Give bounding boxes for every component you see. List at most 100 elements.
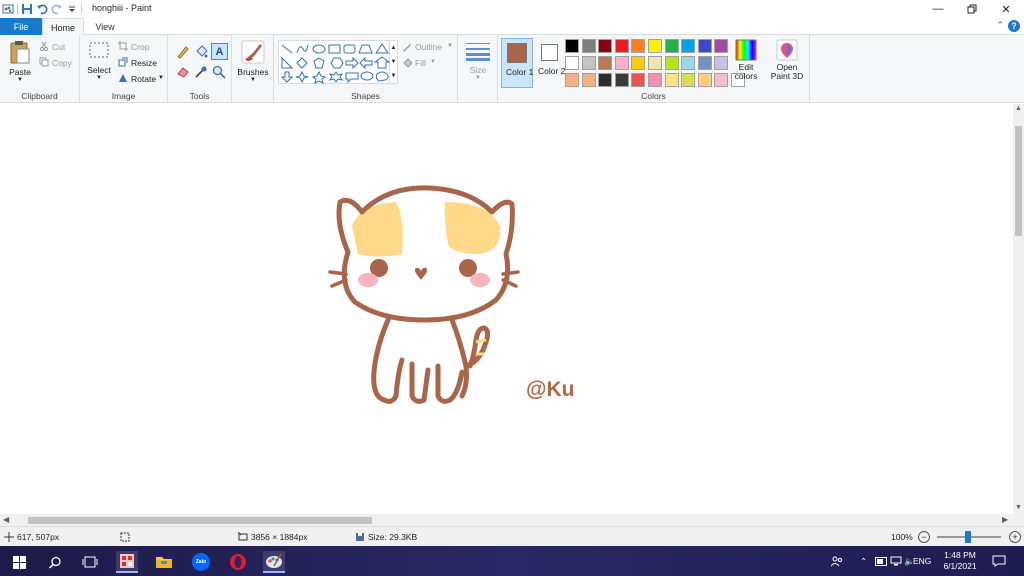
- zoom-slider-thumb[interactable]: [965, 531, 971, 543]
- palette-swatch[interactable]: [598, 56, 613, 70]
- palette-swatch[interactable]: [565, 56, 579, 70]
- save-icon[interactable]: [21, 3, 33, 15]
- palette-swatch[interactable]: [714, 73, 729, 87]
- palette-swatch[interactable]: [648, 56, 662, 70]
- file-explorer-button[interactable]: [153, 551, 175, 573]
- palette-swatch[interactable]: [614, 56, 629, 70]
- shapes-scroll-up-icon[interactable]: ▲: [391, 45, 397, 51]
- scroll-left-icon[interactable]: ◀: [3, 515, 9, 524]
- shapes-expand-icon[interactable]: ▼: [391, 73, 397, 79]
- palette-swatch[interactable]: [714, 56, 729, 70]
- color-picker-icon[interactable]: [194, 65, 208, 79]
- palette-swatch[interactable]: [681, 73, 696, 87]
- fill-dropdown-icon[interactable]: ▼: [430, 59, 436, 65]
- minimize-button[interactable]: —: [921, 0, 955, 18]
- opera-button[interactable]: [227, 551, 249, 573]
- vertical-scroll-thumb[interactable]: [1015, 126, 1022, 236]
- horizontal-scroll-thumb[interactable]: [28, 517, 372, 524]
- notifications-button[interactable]: [992, 546, 1006, 576]
- redo-icon[interactable]: [51, 3, 63, 15]
- battery-tray[interactable]: [875, 546, 888, 576]
- zoom-in-button[interactable]: +: [1009, 531, 1021, 543]
- palette-swatch[interactable]: [681, 39, 696, 53]
- scroll-right-icon[interactable]: ▶: [1002, 515, 1008, 524]
- palette-swatch[interactable]: [581, 56, 596, 70]
- undo-icon[interactable]: [36, 3, 48, 15]
- palette-swatch[interactable]: [581, 73, 596, 87]
- zoom-level: 100%: [891, 532, 913, 542]
- palette-swatch[interactable]: [598, 39, 613, 53]
- shapes-gallery[interactable]: [278, 40, 391, 84]
- color2-button[interactable]: Color 2: [536, 38, 565, 88]
- palette-swatch[interactable]: [614, 73, 629, 87]
- outline-button[interactable]: Outline: [415, 42, 442, 52]
- clock[interactable]: 1:48 PM 6/1/2021: [936, 546, 984, 576]
- color1-button[interactable]: Color 1: [501, 38, 533, 88]
- restore-button[interactable]: [955, 0, 989, 18]
- paint-taskbar-button[interactable]: [263, 551, 285, 573]
- cut-button[interactable]: Cut: [52, 42, 65, 52]
- scroll-down-icon[interactable]: ▼: [1015, 504, 1022, 511]
- taskbar-app-1[interactable]: [116, 551, 138, 573]
- palette-swatch[interactable]: [565, 39, 579, 53]
- palette-swatch[interactable]: [664, 73, 679, 87]
- close-button[interactable]: ✕: [989, 0, 1023, 18]
- resize-button[interactable]: Resize: [131, 58, 157, 68]
- palette-swatch[interactable]: [581, 39, 596, 53]
- network-tray[interactable]: [890, 546, 902, 576]
- magnifier-icon[interactable]: [212, 65, 226, 79]
- start-button[interactable]: [8, 551, 30, 573]
- tab-view[interactable]: View: [84, 18, 126, 35]
- language-indicator[interactable]: ENG: [913, 546, 931, 576]
- crop-button[interactable]: Crop: [131, 42, 149, 52]
- shapes-scroll[interactable]: ▲ ▼ ▼: [390, 40, 398, 84]
- palette-swatch[interactable]: [664, 39, 679, 53]
- palette-swatch[interactable]: [648, 73, 662, 87]
- zoom-out-button[interactable]: −: [918, 531, 930, 543]
- task-view-button[interactable]: [79, 551, 101, 573]
- tab-home[interactable]: Home: [42, 18, 84, 36]
- palette-swatch[interactable]: [614, 39, 629, 53]
- fill-bucket-icon[interactable]: [194, 45, 208, 59]
- palette-swatch[interactable]: [697, 56, 712, 70]
- rotate-button[interactable]: Rotate: [131, 74, 156, 84]
- outline-dropdown-icon[interactable]: ▼: [447, 43, 453, 49]
- show-hidden-icons[interactable]: ⌃: [860, 546, 867, 576]
- collapse-ribbon-icon[interactable]: ⌃: [996, 20, 1004, 31]
- palette-swatch[interactable]: [714, 39, 729, 53]
- palette-swatch[interactable]: [697, 39, 712, 53]
- brushes-button[interactable]: Brushes ▼: [235, 39, 271, 83]
- fill-button[interactable]: Fill: [415, 58, 426, 68]
- copy-button[interactable]: Copy: [52, 58, 72, 68]
- palette-swatch[interactable]: [664, 56, 679, 70]
- rotate-dropdown-icon[interactable]: ▼: [158, 75, 164, 81]
- eraser-icon[interactable]: [176, 65, 190, 79]
- shapes-scroll-down-icon[interactable]: ▼: [391, 59, 397, 65]
- zalo-button[interactable]: Zalo: [190, 551, 212, 573]
- customize-toolbar-icon[interactable]: [66, 3, 78, 15]
- text-tool-button[interactable]: A: [211, 43, 228, 60]
- palette-swatch[interactable]: [631, 73, 646, 87]
- edit-colors-button[interactable]: Edit colors: [731, 39, 761, 81]
- tab-file[interactable]: File: [0, 18, 42, 35]
- palette-swatch[interactable]: [631, 39, 646, 53]
- scroll-up-icon[interactable]: ▲: [1015, 105, 1022, 112]
- people-tray[interactable]: [831, 546, 843, 576]
- palette-swatch[interactable]: [681, 56, 696, 70]
- select-button[interactable]: Select ▼: [85, 41, 113, 81]
- edit-colors-icon: [735, 39, 757, 61]
- palette-swatch[interactable]: [598, 73, 613, 87]
- palette-swatch[interactable]: [565, 73, 579, 87]
- vertical-scrollbar[interactable]: ▲ ▼: [1013, 104, 1024, 514]
- palette-swatch[interactable]: [631, 56, 646, 70]
- size-button[interactable]: Size ▼: [463, 41, 493, 81]
- paste-button[interactable]: Paste ▼: [6, 39, 34, 83]
- drawing-canvas[interactable]: @Ku: [0, 104, 1013, 514]
- help-icon[interactable]: ?: [1008, 20, 1020, 32]
- palette-swatch[interactable]: [648, 39, 662, 53]
- palette-swatch[interactable]: [697, 73, 712, 87]
- open-paint-3d-button[interactable]: Open Paint 3D: [767, 39, 807, 81]
- pencil-icon[interactable]: [176, 45, 190, 59]
- search-button[interactable]: [44, 551, 66, 573]
- horizontal-scrollbar[interactable]: ◀ ▶: [0, 514, 1013, 526]
